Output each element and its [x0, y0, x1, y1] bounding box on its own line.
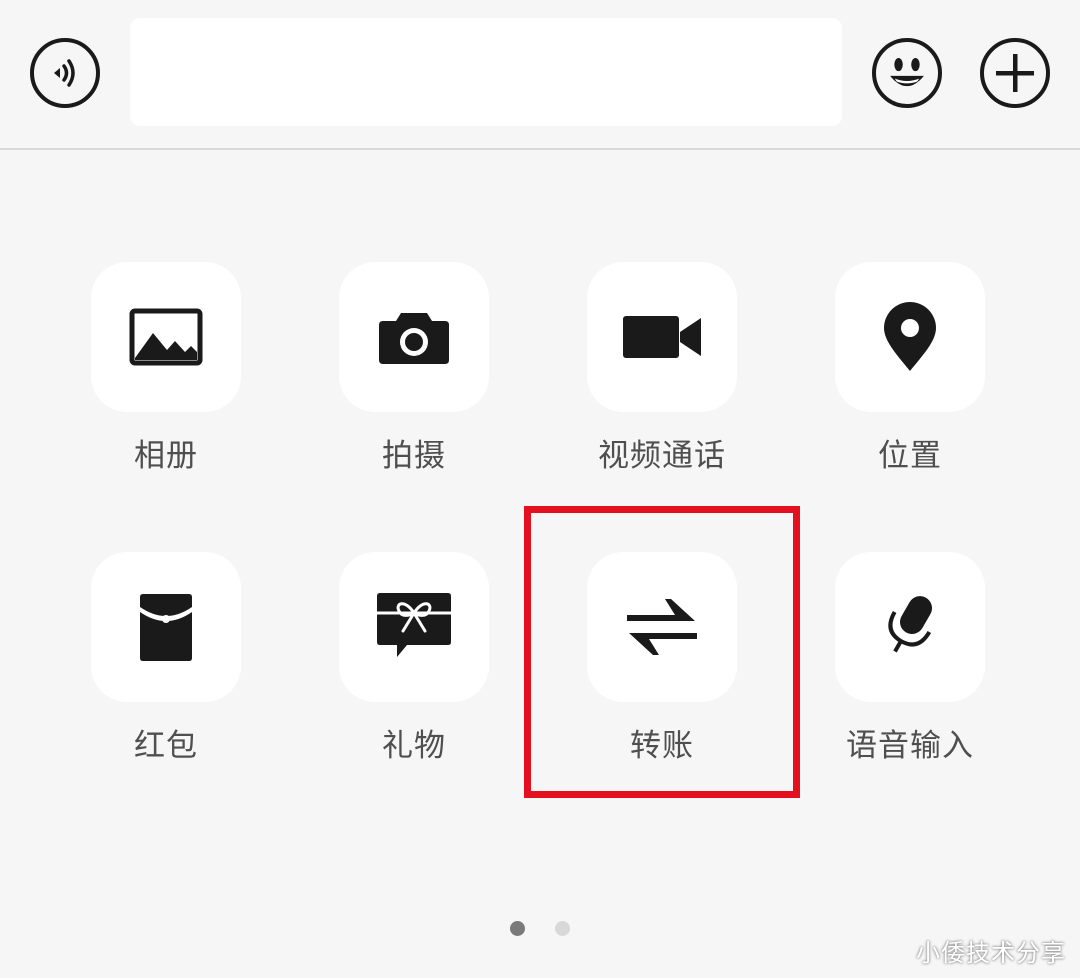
tile-icon-box [91, 262, 241, 412]
tile-label: 拍摄 [382, 438, 446, 474]
photo-album-icon [129, 308, 203, 366]
page-dot-1[interactable] [510, 921, 525, 936]
tile-transfer[interactable]: 转账 [587, 552, 737, 765]
gift-icon [377, 593, 451, 657]
tile-camera[interactable]: 拍摄 [339, 262, 489, 475]
voice-wave-icon [54, 59, 75, 87]
tile-icon-box [587, 552, 737, 702]
tile-icon-box [587, 262, 737, 412]
transfer-icon [627, 599, 697, 655]
tile-icon-box [835, 552, 985, 702]
chat-input-bar [0, 0, 1080, 150]
voice-toggle-button[interactable] [30, 38, 100, 108]
microphone-icon [888, 596, 932, 653]
camera-icon [379, 313, 449, 364]
video-call-icon [623, 316, 701, 358]
tile-label: 语音输入 [846, 728, 974, 764]
tile-label: 位置 [878, 438, 942, 474]
tile-label: 红包 [134, 728, 198, 764]
tile-voice-input[interactable]: 语音输入 [835, 552, 985, 765]
more-functions-button[interactable] [980, 38, 1050, 108]
tile-label: 礼物 [382, 728, 446, 764]
tile-icon-box [835, 262, 985, 412]
tile-icon-box [91, 552, 241, 702]
tile-photo-album[interactable]: 相册 [91, 262, 241, 475]
tile-label: 相册 [134, 438, 198, 474]
tile-label: 视频通话 [598, 438, 726, 474]
chat-input-screen: 相册 拍摄 视频通话 位置 红包 礼物 转账 语音输入 小倭技术分享 [0, 0, 1080, 978]
tile-location[interactable]: 位置 [835, 262, 985, 475]
message-input[interactable] [130, 18, 842, 126]
tile-icon-box [339, 552, 489, 702]
tile-icon-box [339, 262, 489, 412]
page-dot-2[interactable] [555, 921, 570, 936]
page-indicator [510, 921, 570, 936]
more-functions-panel: 相册 拍摄 视频通话 位置 红包 礼物 转账 语音输入 [0, 150, 1080, 978]
red-packet-icon [140, 594, 192, 661]
tile-label: 转账 [630, 728, 694, 764]
smiley-icon [890, 57, 924, 87]
location-pin-icon [884, 302, 936, 371]
watermark: 小倭技术分享 [916, 939, 1066, 967]
tile-red-packet[interactable]: 红包 [91, 552, 241, 765]
plus-icon [996, 54, 1034, 92]
tile-video-call[interactable]: 视频通话 [587, 262, 737, 475]
emoji-button[interactable] [872, 38, 942, 108]
tile-gift[interactable]: 礼物 [339, 552, 489, 765]
